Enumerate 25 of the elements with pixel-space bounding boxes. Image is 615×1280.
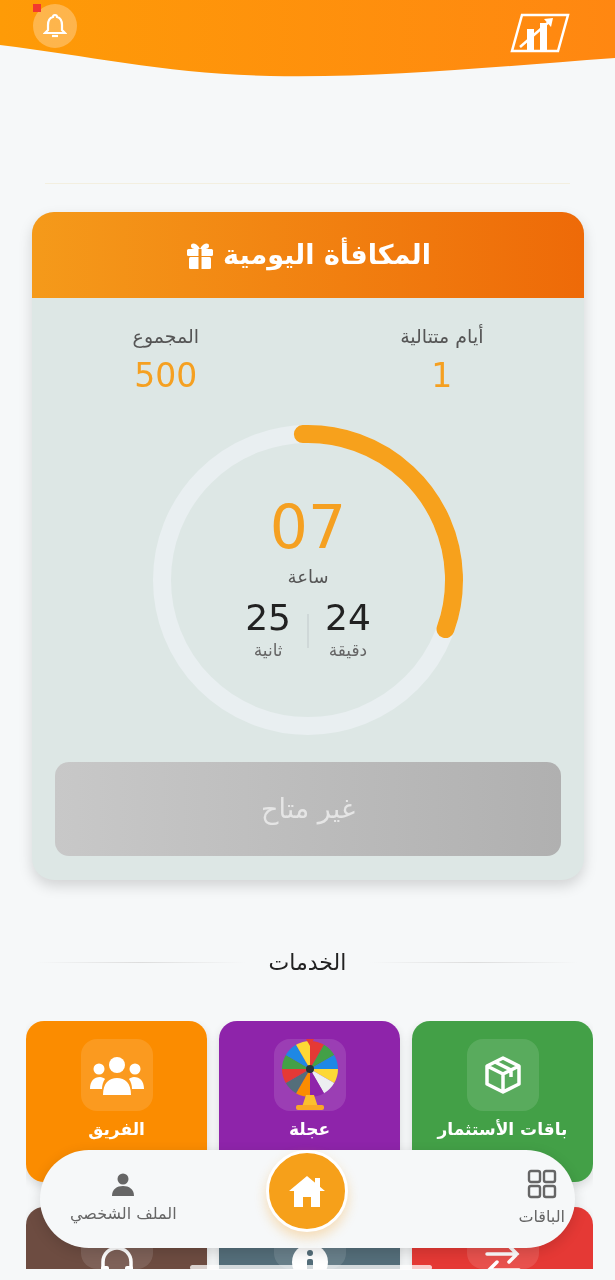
team-icon [88,1055,145,1095]
hours-label: ساعة [287,564,329,589]
prize-wheel-icon [279,1039,340,1111]
time-value: 25 [245,597,291,638]
service-label: عجلة [288,1118,331,1141]
service-label: الفريق [88,1118,145,1142]
card-title: المكافأة اليومية [223,236,431,273]
logo-icon [510,13,570,53]
stat-value: 500 [134,354,198,397]
box-icon [482,1055,523,1095]
notification-button[interactable] [33,4,77,48]
time-label: دقيقة [328,638,368,662]
home-button[interactable] [266,1150,348,1232]
home-icon [288,1174,326,1208]
stat-value: 1 [431,354,453,397]
person-icon [111,1172,136,1196]
time-label: ثانية [253,638,283,662]
section-title: الخدمات [268,949,347,977]
service-label: باقات الأستثمار [437,1118,568,1141]
stat-label: المجموع [132,324,200,350]
time-value: 24 [325,597,371,638]
grid-icon [526,1169,557,1199]
hours-value: 07 [269,496,347,557]
stat-label: أيام متتالية [400,323,484,350]
bell-icon [43,13,67,39]
